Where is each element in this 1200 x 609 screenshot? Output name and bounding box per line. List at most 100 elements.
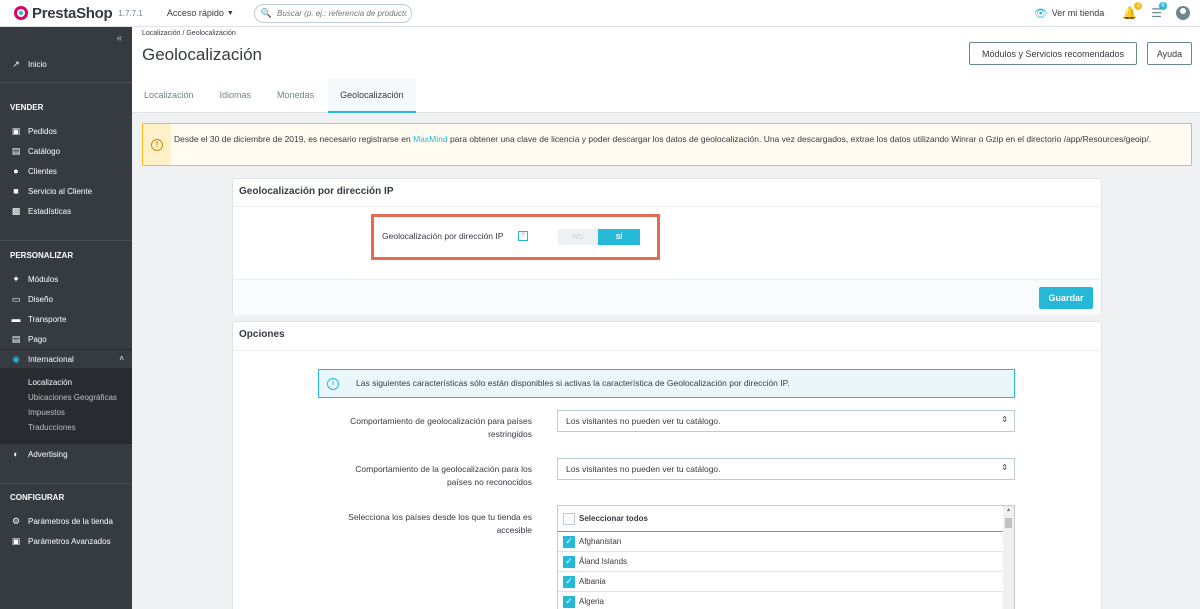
view-store-label: Ver mi tienda: [1051, 8, 1105, 18]
scroll-up-icon[interactable]: ▲: [1006, 507, 1011, 513]
warning-text: Desde el 30 de diciembre de 2019, es nec…: [174, 132, 1184, 146]
quick-access-label: Acceso rápido: [166, 8, 224, 18]
logo-text: PrestaShop: [32, 4, 113, 22]
sidebar-item-advertising[interactable]: ◐ Advertising: [10, 449, 68, 459]
advertising-icon: ◐: [13, 449, 19, 459]
options-info-alert: i Las siguientes características sólo es…: [318, 369, 1015, 398]
save-button[interactable]: Guardar: [1039, 287, 1093, 309]
sidebar-item-modulos[interactable]: ✦ Módulos: [10, 274, 58, 285]
countries-scrollbar[interactable]: ▲: [1003, 506, 1014, 609]
sidebar-item-clientes[interactable]: ● Clientes: [10, 166, 57, 176]
country-label: Afghanistan: [579, 537, 622, 546]
sidebar: « ↗ Inicio VENDER ▣ Pedidos ▤ Catálogo ●…: [0, 27, 132, 609]
geolocation-ip-label: Geolocalización por dirección IP: [382, 231, 504, 241]
stats-icon: ▩: [11, 206, 21, 216]
sidebar-item-label: Catálogo: [28, 147, 61, 156]
warning-text-before: Desde el 30 de diciembre de 2019, es nec…: [174, 134, 414, 144]
sidebar-item-pago[interactable]: ▤ Pago: [10, 334, 47, 345]
select-all-row[interactable]: Seleccionar todos: [558, 506, 1004, 532]
list-item[interactable]: ✓ Algeria: [558, 592, 1004, 609]
sidebar-item-parametros-avanzados[interactable]: ▣ Parámetros Avanzados: [10, 536, 111, 547]
prestashop-logo[interactable]: PrestaShop 1.7.7.1: [14, 5, 143, 22]
help-button[interactable]: Ayuda: [1147, 42, 1192, 65]
select-all-label: Seleccionar todos: [579, 514, 648, 523]
info-icon-box: i: [319, 370, 347, 397]
sidebar-divider: [0, 240, 132, 241]
tab-idiomas[interactable]: Idiomas: [208, 79, 264, 113]
section-vender: VENDER: [10, 103, 44, 112]
maxmind-warning: ! Desde el 30 de diciembre de 2019, es n…: [142, 123, 1192, 166]
search-box[interactable]: 🔍: [253, 3, 412, 23]
shopping-basket-icon: ▣: [11, 126, 21, 136]
sidebar-subitem-ubicaciones[interactable]: Ubicaciones Geográficas: [28, 393, 117, 402]
chat-icon: ■: [13, 186, 19, 196]
sidebar-item-label: Pedidos: [28, 127, 57, 136]
search-input[interactable]: [277, 8, 408, 18]
select-all-checkbox[interactable]: [563, 512, 575, 525]
country-checkbox[interactable]: ✓: [563, 535, 575, 548]
scrollbar-thumb[interactable]: [1005, 518, 1012, 528]
sidebar-item-label: Parámetros de la tienda: [28, 517, 113, 526]
sidebar-item-catalogo[interactable]: ▤ Catálogo: [10, 146, 60, 157]
info-text: Las siguientes características sólo está…: [356, 378, 790, 388]
sidebar-item-label: Parámetros Avanzados: [28, 537, 111, 546]
countries-list: Seleccionar todos ✓ Afghanistan ✓ Åland …: [557, 505, 1015, 609]
quick-access-dropdown[interactable]: Acceso rápido ▼: [167, 8, 234, 18]
sidebar-subitem-traducciones[interactable]: Traducciones: [28, 423, 76, 432]
list-item[interactable]: ✓ Åland Islands: [558, 552, 1004, 572]
sidebar-item-label: Estadísticas: [28, 207, 72, 216]
section-configurar: CONFIGURAR: [10, 493, 65, 502]
sidebar-item-internacional[interactable]: ◉ Internacional: [10, 354, 74, 365]
customers-notification[interactable]: ☰ 6: [1151, 2, 1167, 20]
eye-icon: 👁: [1033, 7, 1048, 20]
country-label: Algeria: [579, 597, 604, 606]
tab-geolocalizacion[interactable]: Geolocalización: [328, 79, 416, 113]
panel-title: Opciones: [233, 322, 1101, 351]
sidebar-subitem-impuestos[interactable]: Impuestos: [28, 408, 65, 417]
settings-applications-icon: ▣: [11, 536, 21, 546]
tab-localizacion[interactable]: Localización: [132, 79, 206, 113]
sidebar-item-servicio[interactable]: ■ Servicio al Cliente: [10, 186, 92, 196]
globe-icon: ◉: [12, 354, 20, 364]
toggle-no[interactable]: NO: [558, 229, 598, 245]
sidebar-item-label: Módulos: [28, 275, 59, 284]
orders-notification[interactable]: 🔔 2: [1122, 2, 1143, 20]
restricted-behavior-select[interactable]: Los visitantes no pueden ver tu catálogo…: [557, 410, 1015, 432]
select-arrows-icon: ⇕: [1001, 463, 1008, 472]
sidebar-item-label: Servicio al Cliente: [28, 186, 93, 196]
help-icon[interactable]: ?: [518, 231, 528, 241]
sidebar-item-inicio[interactable]: ↗ Inicio: [10, 59, 46, 70]
user-avatar-icon[interactable]: [1176, 6, 1190, 20]
sidebar-item-parametros-tienda[interactable]: ⚙ Parámetros de la tienda: [10, 516, 113, 527]
tab-monedas[interactable]: Monedas: [265, 79, 326, 113]
info-icon: i: [327, 377, 339, 390]
view-store-link[interactable]: 👁 Ver mi tienda: [1034, 7, 1105, 20]
sidebar-item-label: Advertising: [28, 449, 68, 459]
truck-icon: ▬: [11, 314, 21, 324]
sidebar-item-label: Diseño: [28, 295, 53, 304]
panel-geolocation-ip: Geolocalización por dirección IP Guardar: [232, 178, 1102, 315]
sidebar-item-estadisticas[interactable]: ▩ Estadísticas: [10, 206, 71, 217]
country-checkbox[interactable]: ✓: [563, 575, 575, 588]
list-item[interactable]: ✓ Albania: [558, 572, 1004, 592]
toggle-yes[interactable]: SÍ: [598, 229, 640, 245]
maxmind-link[interactable]: MaxMind: [413, 134, 447, 144]
sidebar-item-pedidos[interactable]: ▣ Pedidos: [10, 126, 57, 137]
unrecognized-behavior-select[interactable]: Los visitantes no pueden ver tu catálogo…: [557, 458, 1015, 480]
country-checkbox[interactable]: ✓: [563, 595, 575, 608]
select-value: Los visitantes no pueden ver tu catálogo…: [566, 416, 721, 426]
geolocation-toggle[interactable]: NO SÍ: [558, 229, 640, 245]
sidebar-divider: [0, 82, 132, 83]
allowed-countries-label: Selecciona los países desde los que tu t…: [348, 512, 532, 535]
sidebar-subitem-localizacion[interactable]: Localización: [28, 378, 72, 387]
credit-card-icon: ▤: [11, 334, 21, 344]
recommended-modules-button[interactable]: Módulos y Servicios recomendados: [969, 42, 1137, 65]
country-checkbox[interactable]: ✓: [563, 555, 575, 568]
panel-footer: Guardar: [233, 279, 1101, 315]
caret-down-icon: ▼: [226, 9, 234, 17]
sidebar-item-diseno[interactable]: ▭ Diseño: [10, 294, 53, 305]
country-label: Åland Islands: [579, 557, 628, 566]
sidebar-item-transporte[interactable]: ▬ Transporte: [10, 314, 67, 324]
collapse-sidebar-icon[interactable]: «: [116, 33, 122, 44]
list-item[interactable]: ✓ Afghanistan: [558, 532, 1004, 552]
